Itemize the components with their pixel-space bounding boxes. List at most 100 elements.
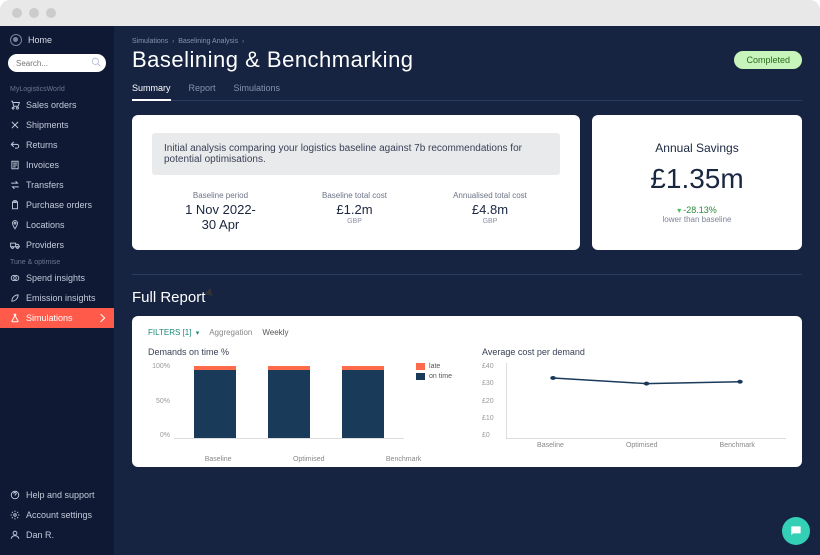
sidebar-item-shipments[interactable]: Shipments: [0, 115, 114, 135]
intro-banner: Initial analysis comparing your logistic…: [152, 133, 560, 175]
breadcrumb-item[interactable]: Baselining Analysis: [178, 38, 238, 45]
x-tick: Baseline: [537, 442, 564, 449]
gear-icon: [10, 510, 20, 520]
home-link[interactable]: Home: [0, 26, 114, 54]
savings-value: £1.35m: [650, 163, 743, 195]
kpi-baseline-cost: Baseline total cost £1.2m GBP: [322, 191, 387, 232]
savings-sub: lower than baseline: [663, 215, 732, 224]
sidebar-item-locations[interactable]: Locations: [0, 215, 114, 235]
tabs: Summary Report Simulations: [132, 83, 802, 101]
line-path: [507, 363, 786, 438]
breadcrumb: Simulations › Baselining Analysis ›: [132, 38, 802, 45]
chart-legend: late on time: [416, 363, 452, 453]
y-axis: 100% 50% 0%: [148, 363, 170, 439]
sidebar-item-label: Spend insights: [26, 273, 85, 283]
kpi-label: Annualised total cost: [453, 191, 527, 200]
search-field[interactable]: [8, 54, 106, 72]
sidebar-item-label: Emission insights: [26, 293, 96, 303]
flask-icon: [10, 313, 20, 323]
kpi-value: £4.8m: [453, 202, 527, 217]
sidebar-item-returns[interactable]: Returns: [0, 135, 114, 155]
sidebar-item-sales-orders[interactable]: Sales orders: [0, 95, 114, 115]
sidebar-item-label: Transfers: [26, 180, 64, 190]
full-report-title: Full Report: [132, 289, 802, 306]
sidebar-item-label: Locations: [26, 220, 65, 230]
return-icon: [10, 140, 20, 150]
sidebar-item-label: Providers: [26, 240, 64, 250]
kpi-sub: GBP: [322, 218, 387, 225]
sidebar-item-label: Purchase orders: [26, 200, 92, 210]
window-dot: [46, 8, 56, 18]
legend-item-ontime: on time: [416, 373, 452, 380]
pin-icon: [10, 220, 20, 230]
kpi-sub: GBP: [453, 218, 527, 225]
main-content: Simulations › Baselining Analysis › Base…: [114, 26, 820, 555]
kpi-label: Baseline period: [185, 191, 256, 200]
sidebar-item-emission-insights[interactable]: Emission insights: [0, 288, 114, 308]
sidebar-item-invoices[interactable]: Invoices: [0, 155, 114, 175]
tab-report[interactable]: Report: [189, 83, 216, 100]
sidebar-item-purchase-orders[interactable]: Purchase orders: [0, 195, 114, 215]
invoice-icon: [10, 160, 20, 170]
chart-title: Average cost per demand: [482, 347, 786, 357]
sidebar-item-label: Dan R.: [26, 530, 54, 540]
transfer-icon: [10, 180, 20, 190]
chevron-right-icon: ›: [242, 39, 244, 45]
x-tick: Baseline: [205, 456, 232, 463]
sidebar-item-help-and-support[interactable]: Help and support: [0, 485, 114, 505]
breadcrumb-item[interactable]: Simulations: [132, 38, 168, 45]
window-dot: [29, 8, 39, 18]
savings-card: Annual Savings £1.35m -28.13% lower than…: [592, 115, 802, 250]
kpi-annualised-cost: Annualised total cost £4.8m GBP: [453, 191, 527, 232]
coins-icon: [10, 273, 20, 283]
bar-baseline: [194, 366, 236, 438]
aggregation-value[interactable]: Weekly: [262, 328, 288, 337]
sidebar: Home MyLogisticsWorld Sales orders Shipme…: [0, 26, 114, 555]
leaf-icon: [10, 293, 20, 303]
aggregation-label: Aggregation: [209, 328, 252, 337]
bar-benchmark: [342, 366, 384, 438]
sidebar-item-providers[interactable]: Providers: [0, 235, 114, 255]
kpi-value: 1 Nov 2022- 30 Apr: [185, 202, 256, 232]
kpi-value: £1.2m: [322, 202, 387, 217]
filters-dropdown[interactable]: FILTERS [1]: [148, 328, 199, 337]
sidebar-group-optimise: Tune & optimise: [0, 255, 114, 268]
browser-chrome: [0, 0, 820, 26]
chevron-right-icon: [97, 314, 105, 322]
tab-simulations[interactable]: Simulations: [234, 83, 281, 100]
sidebar-item-account-settings[interactable]: Account settings: [0, 505, 114, 525]
sidebar-item-dan-r-[interactable]: Dan R.: [0, 525, 114, 545]
status-badge: Completed: [734, 51, 802, 69]
truck-icon: [10, 240, 20, 250]
sidebar-item-label: Sales orders: [26, 100, 77, 110]
sidebar-item-label: Shipments: [26, 120, 69, 130]
route-icon: [10, 120, 20, 130]
search-icon: [91, 57, 101, 67]
swatch-late-icon: [416, 363, 425, 370]
cart-icon: [10, 100, 20, 110]
sidebar-item-transfers[interactable]: Transfers: [0, 175, 114, 195]
sidebar-item-simulations[interactable]: Simulations: [0, 308, 114, 328]
x-tick: Benchmark: [720, 442, 755, 449]
avatar-icon: [10, 530, 20, 540]
line-plot-area: [506, 363, 786, 439]
logo-icon: [10, 34, 22, 46]
sidebar-group-myworld: MyLogisticsWorld: [0, 82, 114, 95]
tab-summary[interactable]: Summary: [132, 83, 171, 101]
sidebar-item-label: Invoices: [26, 160, 59, 170]
home-label: Home: [28, 35, 52, 45]
sidebar-item-spend-insights[interactable]: Spend insights: [0, 268, 114, 288]
page-title: Baselining & Benchmarking: [132, 47, 414, 73]
x-tick: Optimised: [626, 442, 658, 449]
demands-chart: Demands on time % 100% 50% 0% late on ti…: [148, 347, 452, 463]
chat-fab[interactable]: [782, 517, 810, 545]
filters-count: [1]: [183, 328, 192, 337]
summary-card: Initial analysis comparing your logistic…: [132, 115, 580, 250]
window-dot: [12, 8, 22, 18]
x-tick: Optimised: [293, 456, 325, 463]
sidebar-item-label: Help and support: [26, 490, 95, 500]
clipboard-icon: [10, 200, 20, 210]
filters-label: FILTERS: [148, 328, 180, 337]
sidebar-item-label: Returns: [26, 140, 58, 150]
kpi-baseline-period: Baseline period 1 Nov 2022- 30 Apr: [185, 191, 256, 232]
